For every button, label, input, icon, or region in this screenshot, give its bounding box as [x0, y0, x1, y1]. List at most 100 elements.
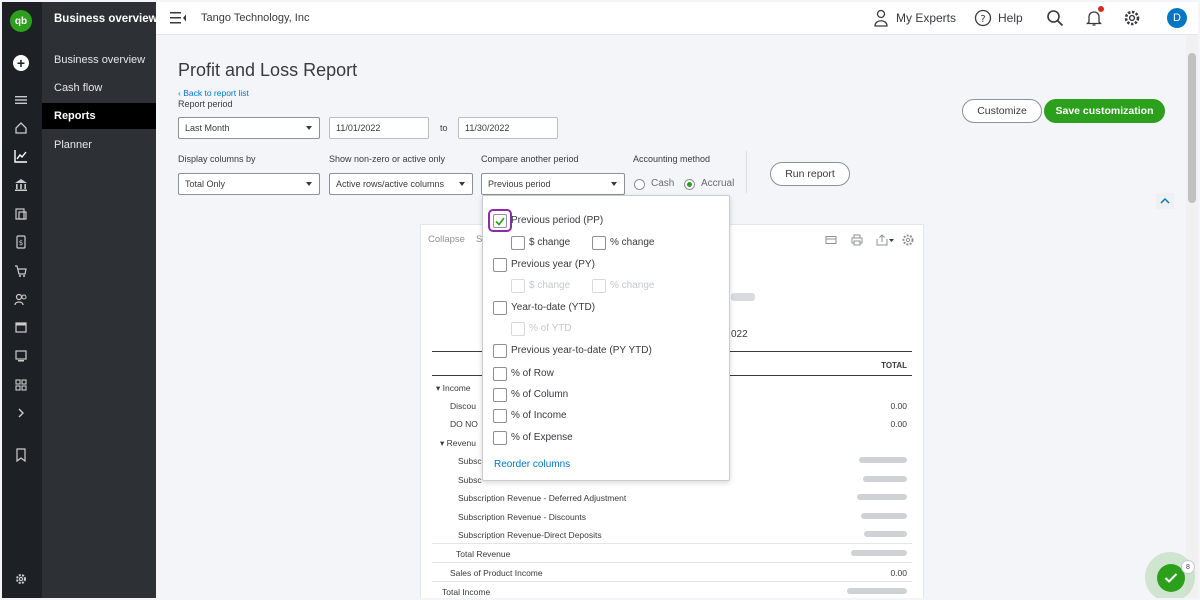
previous-period-checkbox[interactable]: [493, 214, 507, 228]
expand-chevron-icon[interactable]: [13, 405, 29, 421]
report-row-subscription-2[interactable]: Subsc: [458, 475, 482, 485]
calendar-icon[interactable]: [13, 319, 29, 335]
report-row-revenue[interactable]: ▾ Revenu: [440, 438, 476, 449]
export-icon[interactable]: [876, 234, 894, 246]
vertical-scrollbar[interactable]: [1186, 35, 1198, 598]
report-period-label: Report period: [178, 99, 233, 109]
search-icon[interactable]: [1046, 9, 1064, 27]
py-ytd-checkbox[interactable]: [493, 344, 507, 358]
date-from-input[interactable]: 11/01/2022: [329, 117, 429, 139]
report-row-direct-deposits[interactable]: Subscription Revenue-Direct Deposits: [458, 530, 602, 540]
customize-button[interactable]: Customize: [962, 99, 1042, 123]
run-report-button[interactable]: Run report: [770, 162, 850, 186]
expenses-icon[interactable]: $: [13, 234, 29, 250]
print-icon[interactable]: [851, 234, 863, 246]
report-row-subscription-1[interactable]: Subsc: [458, 456, 482, 466]
dashboard-icon[interactable]: [13, 348, 29, 364]
report-row-total-income[interactable]: Total Income: [442, 587, 490, 597]
company-name: Tango Technology, Inc: [201, 12, 310, 24]
do-not-value[interactable]: 0.00: [841, 419, 907, 429]
display-columns-label: Display columns by: [178, 154, 256, 164]
to-label: to: [440, 123, 448, 133]
report-row-deferred-adjustment[interactable]: Subscription Revenue - Deferred Adjustme…: [458, 493, 626, 503]
help-label: Help: [998, 11, 1023, 25]
blurred-value: [859, 457, 907, 463]
collapse-rows-link[interactable]: Collapse: [428, 234, 465, 245]
collapse-filters-button[interactable]: [1156, 193, 1174, 209]
percent-of-income-label: % of Income: [511, 410, 567, 421]
sales-of-product-value[interactable]: 0.00: [841, 568, 907, 578]
bank-icon[interactable]: [13, 177, 29, 193]
menu-icon[interactable]: [13, 92, 29, 108]
create-new-icon[interactable]: +: [13, 55, 29, 71]
percent-of-expense-label: % of Expense: [511, 432, 573, 443]
report-row-sales-of-product[interactable]: Sales of Product Income: [450, 568, 543, 578]
discounts-value[interactable]: 0.00: [841, 401, 907, 411]
chevron-down-icon: [611, 182, 617, 186]
settings-gear-icon[interactable]: [1123, 9, 1141, 27]
show-nonzero-select[interactable]: Active rows/active columns: [329, 173, 473, 195]
report-row-discounts-sub[interactable]: Subscription Revenue - Discounts: [458, 512, 586, 522]
percent-of-row-label: % of Row: [511, 368, 554, 379]
blurred-value: [864, 531, 907, 537]
report-row-income[interactable]: ▾ Income: [436, 383, 471, 394]
home-icon[interactable]: [13, 120, 29, 136]
my-experts-button[interactable]: My Experts: [872, 9, 956, 27]
ytd-checkbox[interactable]: [493, 301, 507, 315]
quickbooks-logo[interactable]: qb: [10, 10, 32, 32]
nav-item-cash-flow[interactable]: Cash flow: [42, 75, 156, 101]
revenue-label: Revenu: [446, 438, 476, 448]
percent-of-row-checkbox[interactable]: [493, 367, 507, 381]
main-content: Profit and Loss Report ‹ Back to report …: [156, 35, 1198, 598]
compare-period-select[interactable]: Previous period: [481, 173, 625, 195]
svg-text:$: $: [19, 239, 23, 247]
menu-title: Business overview: [54, 13, 158, 25]
show-nonzero-value: Active rows/active columns: [336, 179, 445, 189]
previous-year-label: Previous year (PY): [511, 259, 595, 270]
nav-item-business-overview[interactable]: Business overview: [42, 47, 156, 73]
apps-grid-icon[interactable]: [13, 377, 29, 393]
checkmark-icon: [1164, 573, 1178, 583]
invoices-icon[interactable]: [13, 206, 29, 222]
expert-person-icon: [874, 9, 888, 27]
back-link-label: Back to report list: [183, 88, 249, 98]
display-columns-select[interactable]: Total Only: [178, 173, 320, 195]
pp-percent-change-checkbox[interactable]: [592, 236, 606, 250]
py-ytd-label: Previous year-to-date (PY YTD): [511, 345, 652, 356]
reports-chart-icon[interactable]: [13, 148, 29, 164]
sales-cart-icon[interactable]: [13, 263, 29, 279]
report-period-select[interactable]: Last Month: [178, 117, 320, 139]
settings-gear-icon[interactable]: [13, 571, 29, 587]
previous-year-checkbox[interactable]: [493, 258, 507, 272]
user-avatar[interactable]: D: [1167, 8, 1187, 28]
percent-of-column-checkbox[interactable]: [493, 388, 507, 402]
collapse-menu-icon[interactable]: [170, 11, 186, 25]
percent-of-ytd-checkbox: [511, 322, 525, 336]
back-to-report-list-link[interactable]: ‹ Back to report list: [178, 88, 249, 98]
income-label: Income: [442, 383, 471, 393]
compare-period-dropdown: Previous period (PP) $ change % change P…: [482, 195, 730, 481]
nav-item-planner[interactable]: Planner: [42, 132, 156, 158]
pp-dollar-change-checkbox[interactable]: [511, 236, 525, 250]
report-settings-gear-icon[interactable]: [901, 233, 915, 247]
report-row-do-not[interactable]: DO NO: [450, 419, 478, 429]
cash-radio[interactable]: [634, 179, 645, 190]
customers-icon[interactable]: [13, 291, 29, 307]
percent-of-ytd-label: % of YTD: [529, 323, 572, 334]
nav-item-reports[interactable]: Reports: [42, 103, 156, 129]
blurred-company-title: [731, 293, 755, 301]
accrual-radio[interactable]: [684, 179, 695, 190]
bookmark-icon[interactable]: [13, 447, 29, 463]
scrollbar-thumb[interactable]: [1188, 53, 1196, 203]
date-to-input[interactable]: 11/30/2022: [458, 117, 558, 139]
percent-of-income-checkbox[interactable]: [493, 409, 507, 423]
report-row-total-revenue[interactable]: Total Revenue: [456, 549, 510, 559]
report-row-discounts[interactable]: Discou: [450, 401, 476, 411]
email-icon[interactable]: [825, 234, 837, 246]
help-button[interactable]: ? Help: [974, 9, 1023, 27]
reorder-columns-link[interactable]: Reorder columns: [494, 459, 570, 470]
assistant-launcher[interactable]: 8: [1145, 552, 1195, 598]
divider: [746, 151, 747, 193]
percent-of-expense-checkbox[interactable]: [493, 431, 507, 445]
save-customization-button[interactable]: Save customization: [1044, 99, 1165, 123]
